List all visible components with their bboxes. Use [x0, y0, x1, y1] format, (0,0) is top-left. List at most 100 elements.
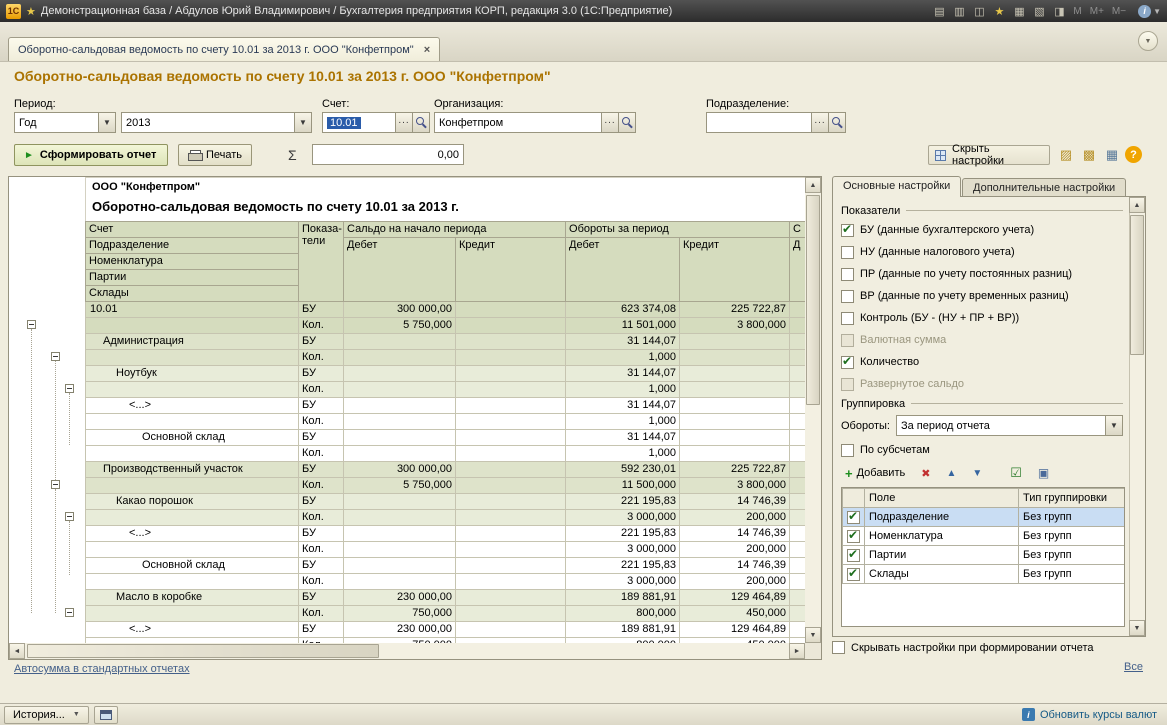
links-icon[interactable]: ◨ [1050, 3, 1068, 19]
report-cell[interactable]: 592 230,01 [566, 462, 680, 478]
grouping-field-cell[interactable]: Склады [865, 565, 1019, 584]
grouping-checkbox-cell[interactable] [843, 546, 865, 565]
report-cell[interactable] [344, 414, 456, 430]
report-cell[interactable] [86, 446, 299, 462]
tab-list-button[interactable]: ▼ [1138, 31, 1158, 51]
grouping-type-cell[interactable]: Без групп [1019, 527, 1125, 546]
report-cell[interactable] [344, 398, 456, 414]
report-cell[interactable] [344, 510, 456, 526]
all-link[interactable]: Все [1124, 661, 1143, 673]
report-cell[interactable] [456, 382, 566, 398]
report-cell[interactable]: 31 144,07 [566, 334, 680, 350]
choose-button[interactable]: ... [811, 113, 828, 132]
report-cell[interactable] [344, 334, 456, 350]
report-cell[interactable]: 300 000,00 [344, 302, 456, 318]
report-cell[interactable] [680, 414, 790, 430]
report-cell[interactable]: Кол. [299, 478, 344, 494]
preview-icon[interactable]: ◫ [970, 3, 988, 19]
checkbox[interactable] [841, 290, 854, 303]
organization-input[interactable]: Конфетпром ... [434, 112, 636, 133]
scroll-left-button[interactable]: ◄ [9, 643, 25, 659]
report-cell[interactable]: Администрация [86, 334, 299, 350]
report-cell[interactable] [456, 526, 566, 542]
chevron-down-icon[interactable]: ▼ [294, 113, 311, 132]
report-cell[interactable]: БУ [299, 398, 344, 414]
report-cell[interactable]: БУ [299, 462, 344, 478]
report-cell[interactable]: 3 000,000 [566, 510, 680, 526]
hide-on-generate-row[interactable]: Скрывать настройки при формировании отче… [832, 641, 1094, 654]
load-settings-icon[interactable]: ▩ [1079, 145, 1099, 165]
open-history-window-button[interactable] [94, 706, 118, 724]
report-cell[interactable]: 1,000 [566, 350, 680, 366]
report-cell[interactable]: 3 000,000 [566, 542, 680, 558]
grouping-checkbox-cell[interactable] [843, 527, 865, 546]
report-cell[interactable]: 31 144,07 [566, 366, 680, 382]
report-cell[interactable]: 3 000,000 [566, 574, 680, 590]
account-input[interactable]: 10.01 ... [322, 112, 430, 133]
report-cell[interactable]: 31 144,07 [566, 430, 680, 446]
report-cell[interactable]: 225 722,87 [680, 302, 790, 318]
turnovers-select[interactable]: За период отчета ▼ [896, 415, 1123, 436]
report-cell[interactable] [86, 510, 299, 526]
grouping-type-cell[interactable]: Без групп [1019, 565, 1125, 584]
report-cell[interactable]: Какао порошок [86, 494, 299, 510]
tab-additional-settings[interactable]: Дополнительные настройки [962, 178, 1126, 197]
settings-vertical-scrollbar[interactable]: ▲ ▼ [1129, 197, 1145, 636]
choose-button[interactable]: ... [395, 113, 412, 132]
report-cell[interactable] [680, 446, 790, 462]
report-cell[interactable] [86, 606, 299, 622]
move-down-button[interactable]: ▼ [968, 467, 986, 480]
update-rates-action[interactable]: i Обновить курсы валют [1022, 708, 1163, 721]
report-cell[interactable] [456, 574, 566, 590]
report-cell[interactable] [456, 350, 566, 366]
autosum-field[interactable]: 0,00 [312, 144, 464, 165]
report-cell[interactable] [344, 526, 456, 542]
collapse-group-button[interactable] [65, 384, 74, 393]
report-cell[interactable]: 189 881,91 [566, 590, 680, 606]
report-cell[interactable]: 11 501,000 [566, 318, 680, 334]
report-cell[interactable]: Производственный участок [86, 462, 299, 478]
report-cell[interactable]: Кол. [299, 318, 344, 334]
report-cell[interactable]: <...> [86, 398, 299, 414]
report-cell[interactable] [344, 366, 456, 382]
report-cell[interactable]: БУ [299, 430, 344, 446]
report-cell[interactable]: 800,000 [566, 606, 680, 622]
uncheck-all-button[interactable]: ▣ [1034, 465, 1053, 481]
period-year-select[interactable]: 2013 ▼ [121, 112, 312, 133]
report-cell[interactable]: 14 746,39 [680, 526, 790, 542]
indicator-row[interactable]: Количество [841, 351, 1123, 373]
report-cell[interactable]: 221 195,83 [566, 494, 680, 510]
report-cell[interactable]: БУ [299, 366, 344, 382]
indicator-row[interactable]: БУ (данные бухгалтерского учета) [841, 219, 1123, 241]
report-cell[interactable]: БУ [299, 334, 344, 350]
report-cell[interactable] [344, 558, 456, 574]
report-cell[interactable]: Основной склад [86, 430, 299, 446]
memory-button[interactable]: M+ [1087, 6, 1107, 17]
report-cell[interactable]: 225 722,87 [680, 462, 790, 478]
report-cell[interactable] [456, 462, 566, 478]
report-cell[interactable] [86, 574, 299, 590]
save-settings-icon[interactable]: ▨ [1056, 145, 1076, 165]
report-cell[interactable] [344, 542, 456, 558]
period-year-value[interactable]: 2013 [122, 113, 294, 132]
report-cell[interactable]: 1,000 [566, 414, 680, 430]
report-cell[interactable]: 3 800,000 [680, 318, 790, 334]
checkbox[interactable] [841, 312, 854, 325]
chevron-down-icon[interactable]: ▼ [98, 113, 115, 132]
report-cell[interactable]: 14 746,39 [680, 494, 790, 510]
report-cell[interactable]: 5 750,000 [344, 478, 456, 494]
report-horizontal-scrollbar[interactable]: ◄ ► [9, 643, 805, 659]
report-cell[interactable] [456, 542, 566, 558]
report-cell[interactable] [344, 350, 456, 366]
organization-text[interactable]: Конфетпром [435, 113, 601, 132]
report-cell[interactable] [456, 622, 566, 638]
report-cell[interactable] [86, 478, 299, 494]
collapse-group-button[interactable] [27, 320, 36, 329]
save-icon[interactable]: ▤ [930, 3, 948, 19]
period-type-select[interactable]: Год ▼ [14, 112, 116, 133]
scroll-thumb[interactable] [1130, 215, 1144, 355]
report-cell[interactable] [680, 334, 790, 350]
division-input[interactable]: ... [706, 112, 846, 133]
save-copy-icon[interactable]: ▥ [950, 3, 968, 19]
report-cell[interactable]: 129 464,89 [680, 622, 790, 638]
